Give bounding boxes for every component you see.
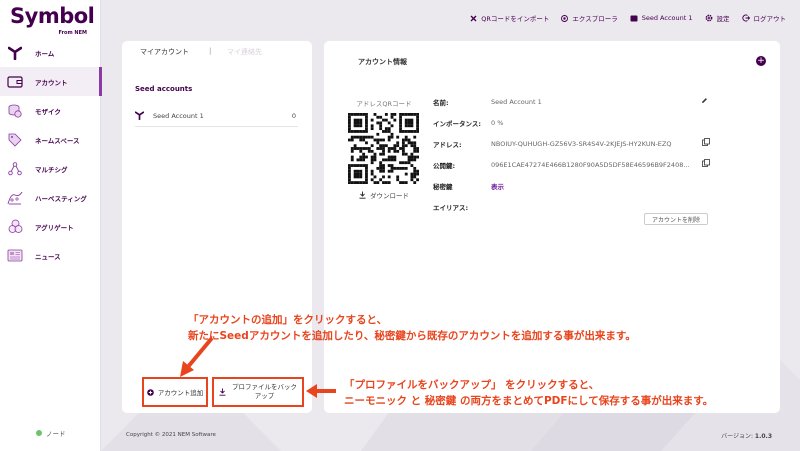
version-info: バージョン: 1.0.3 [721, 431, 772, 440]
annotation-add-line2: 新たにSeedアカウントを追加したり、秘密鍵から既存のアカウントを追加する事が出… [188, 330, 636, 342]
annotation-arrow-add [180, 336, 214, 377]
annotation-backup-line2: ニーモニック と 秘密鍵 の両方をまとめてPDFにして保存する事が出来ます。 [344, 395, 714, 407]
annotation-arrow-backup [306, 384, 336, 398]
version-label: バージョン: [721, 433, 755, 440]
version-value: 1.0.3 [754, 433, 772, 440]
annotation-add-line1: 「アカウントの追加」をクリックすると、 [188, 314, 388, 326]
annotation-backup-line1: 「プロファイルをバックアップ」 をクリックすると、 [344, 379, 600, 391]
copyright: Copyright © 2021 NEM Software [126, 432, 216, 438]
